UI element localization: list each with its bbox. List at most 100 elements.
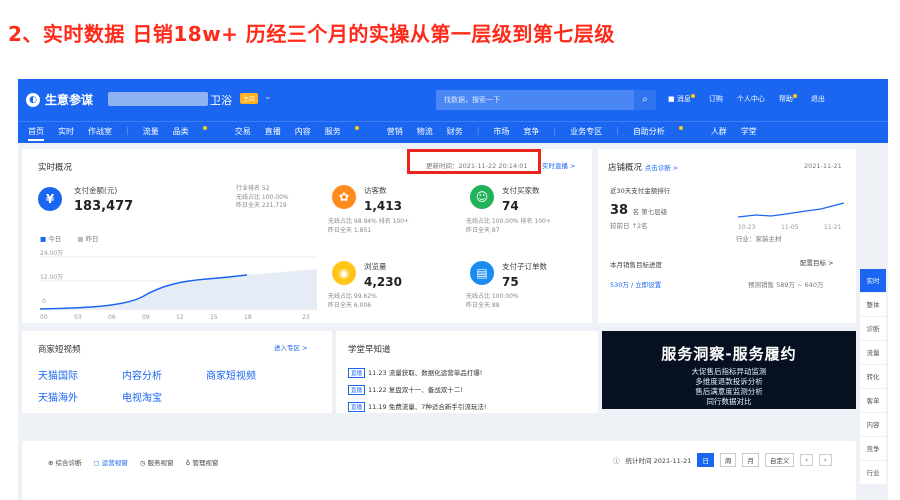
nav-home[interactable]: 首页 (28, 126, 44, 141)
shop-name-redacted (108, 92, 208, 106)
visitors-label: 访客数 (364, 186, 387, 195)
orders-label: 支付子订单数 (502, 262, 547, 271)
logo-text: 生意参谋 (45, 93, 94, 107)
app-window: ◐ 生意参谋 卫浴 主店 ⌄ 找数据，搜索一下 ⌕ ■ 消息 订购 个人中心 帮… (18, 79, 888, 500)
enter-zone-link[interactable]: 进入专区 > (274, 344, 308, 353)
nav-business-zone[interactable]: 业务专区 (570, 126, 602, 141)
banner-title: 服务洞察-服务履约 (661, 345, 797, 363)
orders-sub: 无线占比 100.00% 昨日全天 88 (466, 293, 519, 309)
y-tick: 12.00万 (40, 274, 63, 281)
custom-button[interactable]: 自定义 (764, 453, 795, 467)
orders-value: 75 (502, 275, 519, 289)
top-link-logout[interactable]: 退出 (811, 94, 825, 104)
target-label: 本月销售目标进度 (610, 261, 662, 269)
school-title: 学堂早知道 (348, 345, 391, 355)
logo[interactable]: ◐ 生意参谋 (26, 91, 93, 108)
side-nav-item[interactable]: 转化 (860, 365, 886, 389)
payment-label: 支付金额(元) (74, 186, 118, 195)
top-link-help[interactable]: 帮助 (779, 94, 797, 104)
side-nav-item[interactable]: 行业 (860, 461, 886, 485)
side-nav-item[interactable]: 竞争 (860, 437, 886, 461)
top-links: ■ 消息 订购 个人中心 帮助 退出 (668, 94, 825, 104)
school-item[interactable]: 直播 11.22 复盘双十一、备战双十二! (348, 384, 463, 395)
video-link[interactable]: 商家短视频 (206, 367, 256, 382)
tab-management[interactable]: ♁ 管理视窗 (185, 457, 218, 467)
nav-realtime[interactable]: 实时 (58, 126, 74, 141)
side-nav-item[interactable]: 流量 (860, 341, 886, 365)
video-title: 商家短视频 (38, 345, 81, 355)
realtime-overview-card: 实时概况 更新时间：2021-11-22 20:14:01 实时直播 > ¥ 支… (22, 149, 592, 323)
x-tick: 23 (302, 314, 310, 321)
nav-service[interactable]: 服务 (325, 126, 373, 141)
top-link-profile[interactable]: 个人中心 (737, 94, 765, 104)
yuan-icon: ¥ (38, 187, 62, 211)
video-link[interactable]: 天猫海外 (38, 389, 78, 404)
next-icon[interactable]: › (818, 454, 832, 466)
view-tabs: ⊕ 综合诊断 ▢ 运营视窗 ◷ 服务视窗 ♁ 管理视窗 (48, 457, 218, 467)
main-nav: 首页 实时 作战室 | 流量 品类 交易 直播 内容 服务 营销 物流 财务 |… (18, 121, 888, 143)
day-button[interactable]: 日 (697, 453, 714, 467)
pv-label: 浏览量 (364, 262, 387, 271)
buyers-sub: 无线占比 100.00% 排名 100+ 昨日全天 87 (466, 218, 551, 234)
video-link[interactable]: 内容分析 (122, 367, 162, 382)
tab-diagnosis[interactable]: ⊕ 综合诊断 (48, 457, 82, 467)
side-nav-item[interactable]: 诊断 (860, 317, 886, 341)
school-item[interactable]: 直播 11.19 免费流量、7种适合新手引流玩法! (348, 401, 486, 412)
shop-name[interactable]: 卫浴 (210, 92, 232, 108)
week-button[interactable]: 周 (719, 453, 737, 467)
top-bar: ◐ 生意参谋 卫浴 主店 ⌄ 找数据，搜索一下 ⌕ ■ 消息 订购 个人中心 帮… (18, 79, 888, 121)
pv-sub: 无线占比 99.62% 昨日全天 6,006 (328, 293, 377, 309)
stat-time: 统计时间 2021-11-21 (625, 457, 692, 465)
search-input[interactable]: 找数据，搜索一下 ⌕ (436, 90, 656, 110)
nav-market[interactable]: 市场 (493, 126, 509, 141)
live-link[interactable]: 实时直播 > (542, 162, 576, 171)
nav-finance[interactable]: 财务 (447, 126, 463, 141)
target-config-link[interactable]: 配置目标 > (800, 259, 834, 268)
yesterday-area (40, 269, 317, 309)
rank-sparkline: 10-23 11-05 11-21 (737, 202, 845, 231)
nav-content[interactable]: 内容 (295, 126, 311, 141)
video-link[interactable]: 电视淘宝 (122, 389, 162, 404)
payment-value: 183,477 (74, 199, 134, 214)
x-tick: 12 (176, 314, 184, 321)
top-link-order[interactable]: 订购 (709, 94, 723, 104)
video-link[interactable]: 天猫国际 (38, 367, 78, 382)
side-nav-item[interactable]: 内容 (860, 413, 886, 437)
search-icon[interactable]: ⌕ (634, 90, 656, 110)
nav-category[interactable]: 品类 (173, 126, 221, 141)
nav-live[interactable]: 直播 (265, 126, 281, 141)
side-nav-item[interactable]: 整体 (860, 293, 886, 317)
month-button[interactable]: 月 (742, 453, 759, 467)
nav-school[interactable]: 学堂 (741, 126, 757, 141)
tab-operations[interactable]: ▢ 运营视窗 (94, 457, 128, 467)
top-link-messages[interactable]: ■ 消息 (668, 94, 695, 104)
spark-x-tick: 11-21 (824, 224, 842, 231)
diagnose-link[interactable]: 点击诊断 > (645, 164, 679, 172)
side-nav-item[interactable]: 客单 (860, 389, 886, 413)
school-item[interactable]: 直播 11.23 流量获取、数据化运营单品打爆! (348, 367, 482, 378)
nav-logistics[interactable]: 物流 (417, 126, 433, 141)
nav-trade[interactable]: 交易 (235, 126, 251, 141)
forecast: 预测销售 589万 ~ 640万 (748, 281, 824, 289)
x-tick: 00 (40, 314, 48, 321)
rank-change: 较前日 ↑2名 (610, 222, 648, 230)
nav-marketing[interactable]: 营销 (387, 126, 403, 141)
side-nav-item[interactable]: 实时 (860, 269, 886, 293)
chevron-down-icon[interactable]: ⌄ (264, 92, 272, 102)
prev-icon[interactable]: ‹ (800, 454, 813, 466)
target-value[interactable]: 530万 / 立即设置 (610, 281, 661, 290)
nav-compete[interactable]: 竞争 (523, 126, 539, 141)
bottom-toolbar-card (22, 441, 856, 500)
tab-service[interactable]: ◷ 服务视窗 (140, 457, 174, 467)
realtime-title: 实时概况 (38, 163, 73, 173)
x-tick: 03 (74, 314, 82, 321)
promo-banner[interactable]: 服务洞察-服务履约 大促售后指标异动监测 多维度退款投诉分析 售后满意度监测分析… (602, 331, 856, 409)
nav-warroom[interactable]: 作战室 (88, 126, 112, 141)
nav-traffic[interactable]: 流量 (143, 126, 159, 141)
page-headline: 2、实时数据 日销18w+ 历经三个月的实操从第一层级到第七层级 (8, 22, 615, 46)
nav-crowd[interactable]: 人群 (711, 126, 727, 141)
x-tick: 18 (244, 314, 252, 321)
side-nav: 实时 整体 诊断 流量 转化 客单 内容 竞争 行业 (860, 269, 886, 485)
visitors-sub: 无线占比 98.94% 排名 100+ 昨日全天 1,851 (328, 218, 410, 234)
nav-self-analysis[interactable]: 自助分析 (633, 126, 697, 141)
